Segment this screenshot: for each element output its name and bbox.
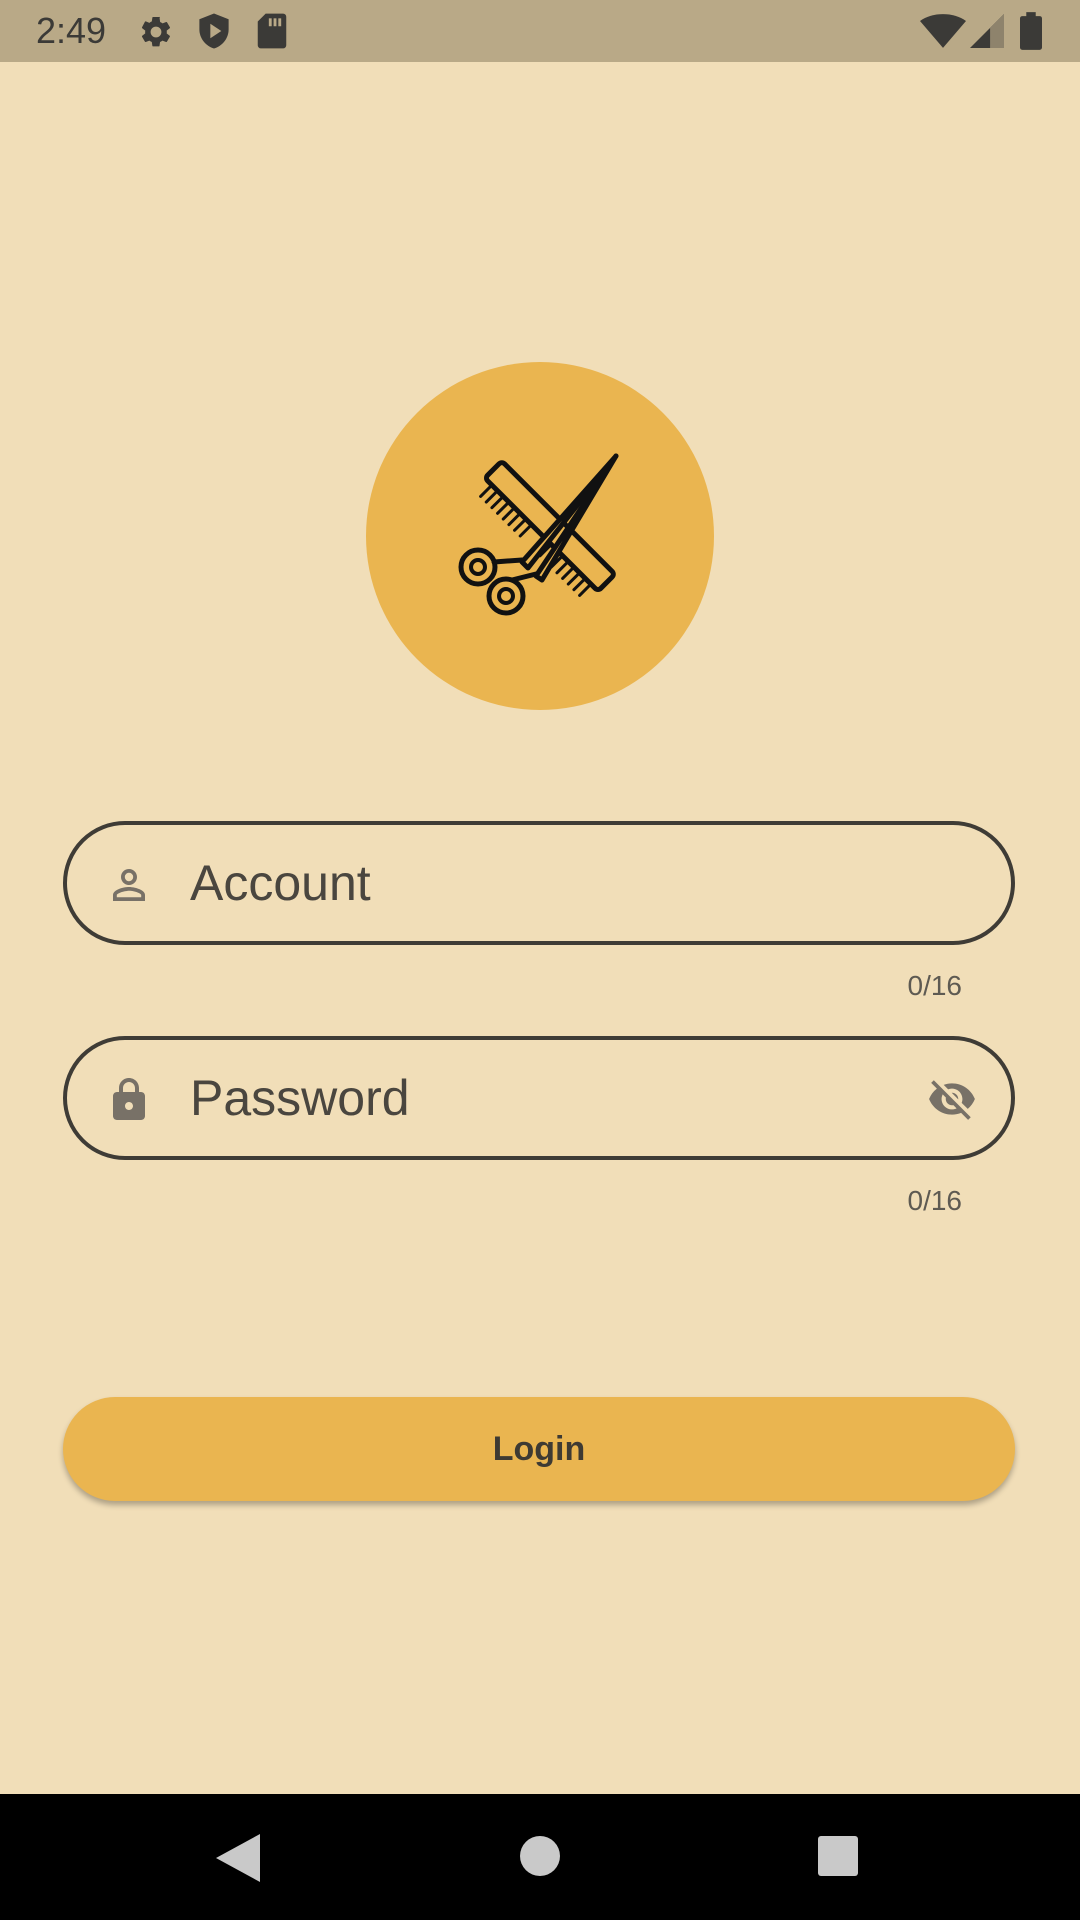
password-input[interactable] — [190, 1058, 870, 1138]
account-input[interactable] — [190, 843, 870, 923]
account-field[interactable] — [63, 821, 1015, 945]
status-time: 2:49 — [36, 10, 107, 51]
back-icon[interactable] — [216, 1834, 260, 1882]
lock-icon — [113, 1078, 145, 1120]
password-char-counter: 0/16 — [907, 1185, 963, 1216]
login-screen: 0/16 0/16 Login — [0, 62, 1080, 1794]
account-char-counter: 0/16 — [907, 970, 963, 1001]
login-button[interactable]: Login — [63, 1397, 1015, 1501]
gear-icon — [141, 16, 171, 47]
app-logo — [366, 362, 714, 710]
eye-off-icon[interactable] — [923, 1074, 981, 1124]
shield-play-icon — [199, 13, 229, 49]
person-icon — [113, 869, 145, 901]
navigation-bar — [0, 1794, 1080, 1920]
recents-icon[interactable] — [818, 1836, 858, 1876]
scissors-comb-icon — [458, 453, 619, 616]
battery-icon — [1020, 12, 1042, 50]
home-icon[interactable] — [520, 1836, 560, 1876]
status-bar: 2:49 — [0, 0, 1080, 62]
password-field[interactable] — [63, 1036, 1015, 1160]
wifi-icon — [920, 14, 966, 48]
sd-card-icon — [257, 13, 287, 49]
signal-icon — [970, 14, 1004, 48]
